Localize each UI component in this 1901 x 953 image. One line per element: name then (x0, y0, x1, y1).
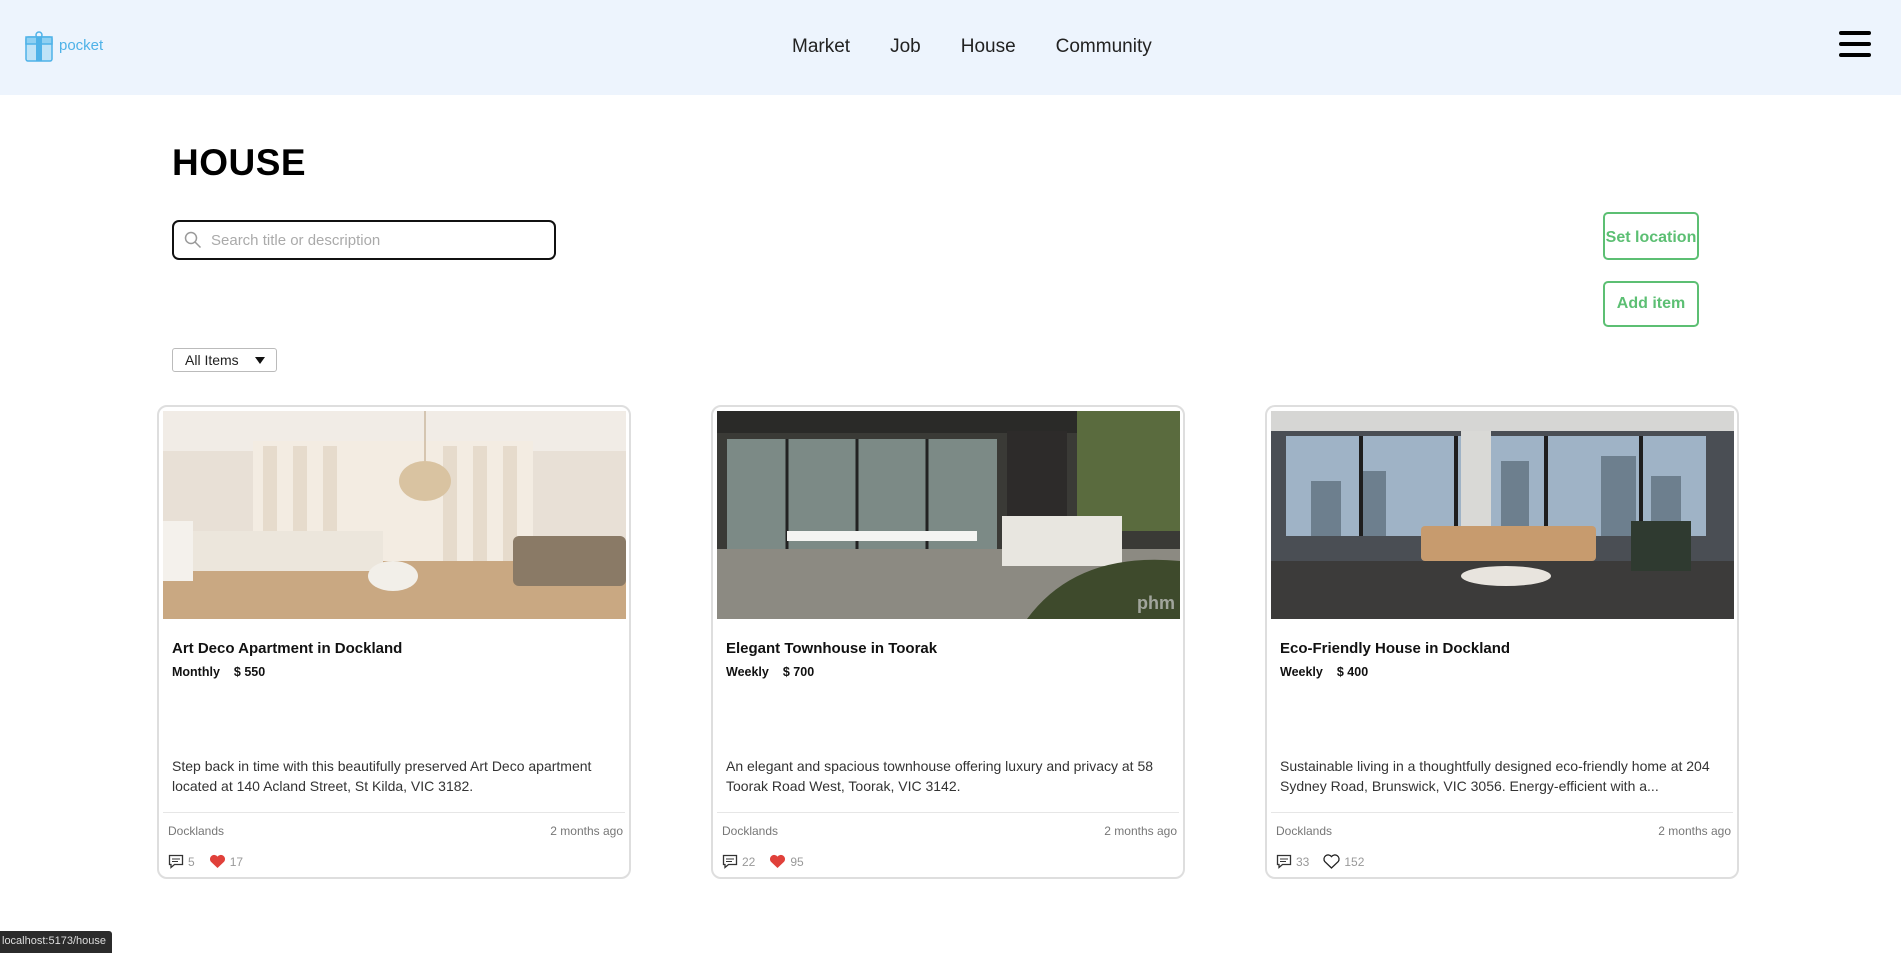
listing-photo (163, 411, 626, 619)
nav-job[interactable]: Job (890, 36, 921, 58)
listing-photo: phm (717, 411, 1180, 619)
status-bar-url: localhost:5173/house (0, 931, 112, 953)
comment-count: 5 (188, 854, 195, 869)
comment-icon (722, 854, 738, 869)
card-description: An elegant and spacious townhouse offeri… (726, 758, 1154, 794)
price-amount: $ 550 (233, 665, 266, 679)
comment-icon (168, 854, 184, 869)
card-price: Weekly $ 400 (1280, 665, 1368, 679)
add-item-button[interactable]: Add item (1603, 281, 1699, 327)
like-count: 152 (1344, 854, 1365, 869)
card-description: Sustainable living in a thoughtfully des… (1280, 758, 1710, 794)
house-card[interactable]: phm Elegant Townhouse in Toorak Weekly $… (711, 405, 1185, 879)
card-description: Step back in time with this beautifully … (172, 758, 592, 794)
house-card[interactable]: Eco-Friendly House in Dockland Weekly $ … (1265, 405, 1739, 879)
like-button[interactable]: 95 (769, 854, 804, 869)
listing-photo (1271, 411, 1734, 619)
logo[interactable]: pocket (23, 31, 103, 63)
logo-icon (25, 31, 53, 62)
price-period: Weekly (726, 665, 769, 679)
heart-filled-icon (770, 854, 786, 868)
set-location-button[interactable]: Set location (1603, 212, 1699, 260)
search-icon (184, 231, 202, 249)
card-location: Docklands (168, 824, 225, 838)
divider (163, 812, 625, 813)
category-filter-select[interactable]: All Items (172, 348, 277, 372)
comment-count: 22 (742, 854, 756, 869)
price-period: Weekly (1280, 665, 1323, 679)
nav-market[interactable]: Market (792, 36, 850, 58)
svg-text:phm: phm (1137, 593, 1175, 613)
comment-count: 33 (1296, 854, 1310, 869)
top-header: pocket Market Job House Community (0, 0, 1901, 95)
divider (717, 812, 1179, 813)
card-price: Monthly $ 550 (172, 665, 265, 679)
card-title[interactable]: Elegant Townhouse in Toorak (726, 640, 937, 657)
page-title: HOUSE (172, 142, 307, 183)
like-button[interactable]: 152 (1323, 854, 1364, 869)
price-amount: $ 700 (782, 665, 815, 679)
filter-selected-value: All Items (185, 352, 239, 368)
comment-icon (1276, 854, 1292, 869)
heart-filled-icon (209, 854, 225, 868)
like-count: 95 (790, 854, 804, 869)
heart-outline-icon (1323, 854, 1340, 869)
search-box (172, 220, 556, 260)
hamburger-menu-icon[interactable] (1839, 31, 1871, 57)
comments-button[interactable]: 22 (722, 854, 755, 869)
price-period: Monthly (172, 665, 220, 679)
main-nav: Market Job House Community (792, 36, 1152, 58)
card-title[interactable]: Art Deco Apartment in Dockland (172, 640, 402, 657)
price-amount: $ 400 (1336, 665, 1369, 679)
card-location: Docklands (1276, 824, 1333, 838)
nav-house[interactable]: House (961, 36, 1016, 58)
card-timestamp: 2 months ago (550, 824, 623, 838)
logo-text: pocket (59, 37, 104, 54)
card-stats: 33 152 (1276, 854, 1378, 869)
card-location: Docklands (722, 824, 779, 838)
card-stats: 22 95 (722, 854, 818, 869)
card-timestamp: 2 months ago (1658, 824, 1731, 838)
card-timestamp: 2 months ago (1104, 824, 1177, 838)
caret-down-icon (255, 357, 265, 364)
card-title[interactable]: Eco-Friendly House in Dockland (1280, 640, 1510, 657)
like-button[interactable]: 17 (209, 854, 243, 869)
comments-button[interactable]: 33 (1276, 854, 1309, 869)
card-price: Weekly $ 700 (726, 665, 814, 679)
like-count: 17 (229, 854, 244, 869)
nav-community[interactable]: Community (1056, 36, 1152, 58)
card-stats: 5 17 (168, 854, 257, 869)
comments-button[interactable]: 5 (168, 854, 195, 869)
search-input[interactable] (211, 231, 531, 249)
divider (1271, 812, 1733, 813)
house-card[interactable]: Art Deco Apartment in Dockland Monthly $… (157, 405, 631, 879)
